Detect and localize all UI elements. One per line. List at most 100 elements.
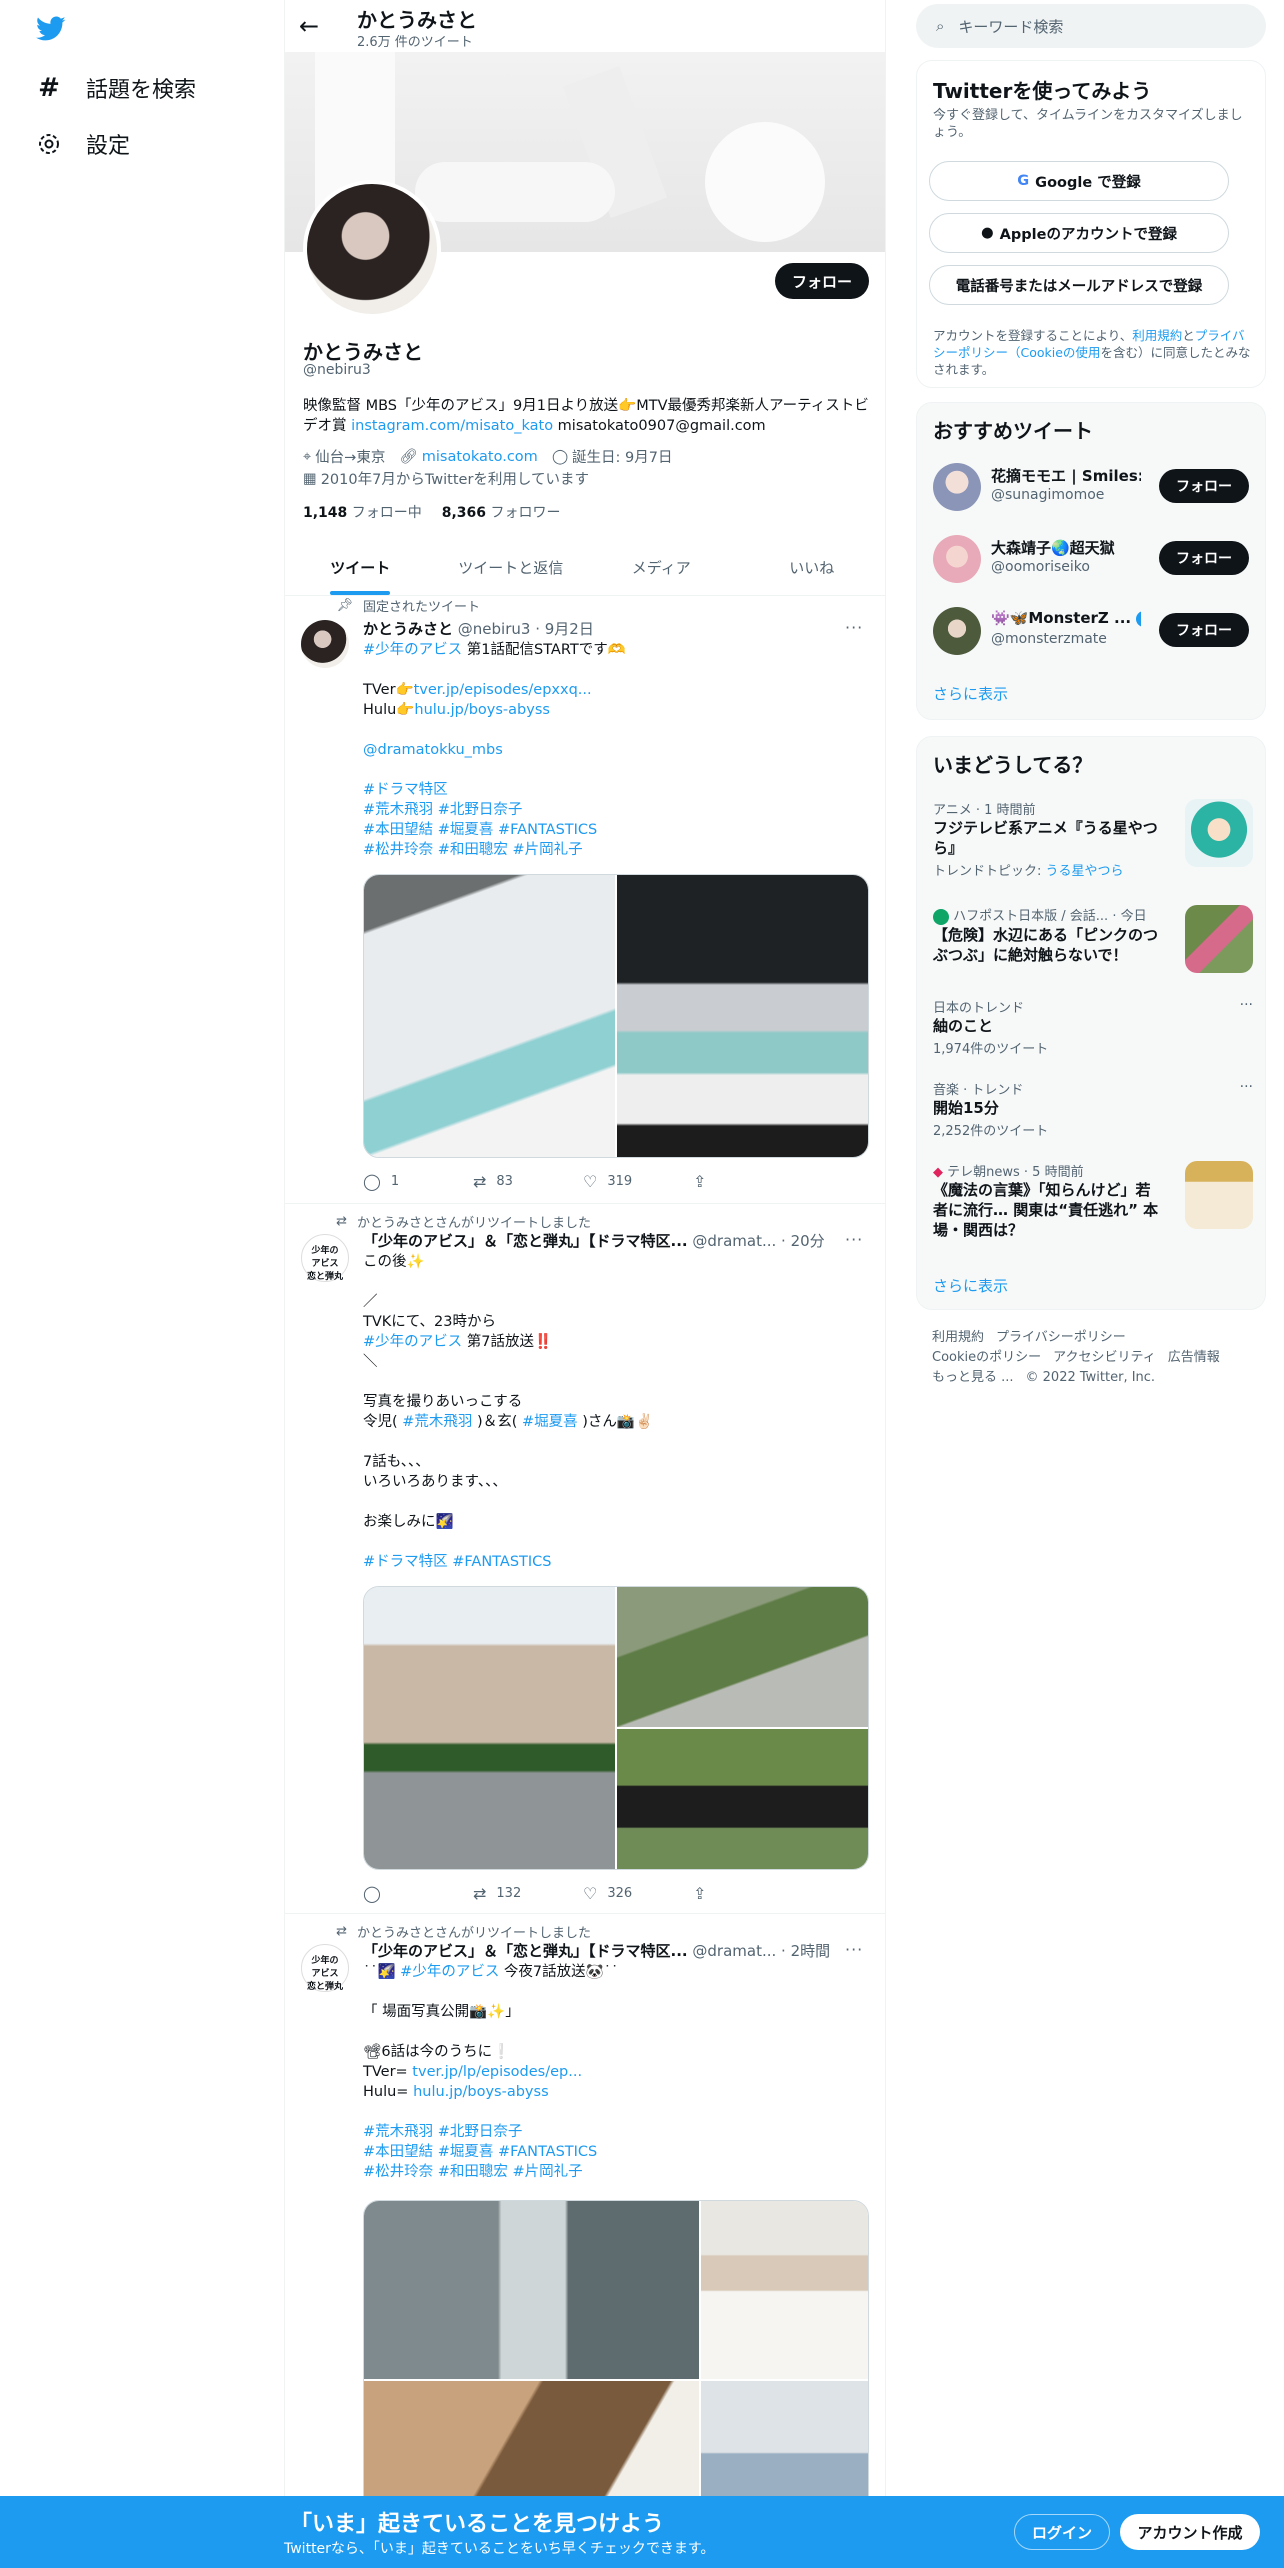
signup-button[interactable]: アカウント作成 [1120,2514,1260,2550]
media-photo[interactable] [364,2201,699,2379]
tweet-link[interactable]: #荒木飛羽 [402,1414,472,1430]
tweet[interactable]: ⇄ かとうみさとさんがリツイートしました 少年の アビス 恋と弾丸 「少年のアビス」＆… [285,1914,885,2568]
more-icon[interactable]: ··· [845,618,863,637]
tweet-link[interactable]: tver.jp/lp/episodes/ep... [412,2064,582,2080]
media-photo[interactable] [364,875,615,1157]
follow-button[interactable]: フォロー [775,263,869,299]
more-icon[interactable]: ··· [1240,997,1253,1013]
trend-item[interactable]: ◆ テレ朝news · 5 時間前 《魔法の言葉》「知らんけど」若者に流行… 関… [933,1161,1253,1251]
terms-link[interactable]: 利用規約 [1132,328,1182,343]
reply-button[interactable]: ◯ 1 [363,1172,473,1191]
tab-likes[interactable]: いいね [737,540,886,595]
tweet[interactable]: 📌︎ 固定されたツイート かとうみさと @nebiru3 · 9月2日 ··· #… [285,596,885,1204]
following-link[interactable]: 1,148 フォロー中 [303,502,422,522]
tweet-link[interactable]: #少年のアビス [363,1334,462,1350]
tweet-link[interactable]: hulu.jp/boys-abyss [414,702,550,718]
avatar[interactable]: 少年の アビス 恋と弾丸 [301,1234,349,1282]
footer-link[interactable]: 広告情報 [1168,1350,1220,1365]
footer-link[interactable]: 利用規約 [932,1330,984,1345]
like-button[interactable]: ♡ 319 [583,1172,693,1191]
footer-link[interactable]: プライバシーポリシー [996,1330,1126,1345]
back-arrow-icon[interactable]: ← [299,12,327,40]
retweet-button[interactable]: ⇄ 83 [473,1172,583,1191]
tab-tweets-replies[interactable]: ツイートと返信 [436,540,587,595]
profile-website[interactable]: misatokato.com [422,449,538,465]
retweet-button[interactable]: ⇄ 132 [473,1884,583,1903]
tweet-link[interactable]: #荒木飛羽 #北野日奈子 [363,2124,522,2140]
nav-explore[interactable]: # 話題を検索 [36,68,196,108]
tweet-author-name[interactable]: 「少年のアビス」＆「恋と弾丸」【ドラマ特区... [363,1942,688,1960]
media-photo[interactable] [617,875,868,1157]
tweet[interactable]: ⇄ かとうみさとさんがリツイートしました 少年の アビス 恋と弾丸 「少年のアビス」＆… [285,1204,885,1914]
tweet-text-line: TVKにて、23時から [363,1312,873,1332]
trend-item[interactable]: 日本のトレンド 紬のこと 1,974件のツイート ··· [933,997,1253,1057]
tweet-link[interactable]: tver.jp/episodes/epxxq... [414,682,592,698]
trend-item[interactable]: アニメ · 1 時間前 フジテレビ系アニメ『うる星やつら』 トレンドトピック: … [933,799,1253,879]
apple-icon: ● [981,225,994,241]
follow-button[interactable]: フォロー [1159,541,1249,575]
profile-avatar[interactable] [303,180,441,318]
more-icon[interactable]: ··· [1240,1079,1253,1095]
avatar[interactable] [301,620,349,668]
apple-signup-button[interactable]: ● Appleのアカウントで登録 [929,213,1229,253]
search-box[interactable]: ⌕ キーワード検索 [916,4,1266,48]
share-button[interactable]: ⇪ [693,1884,803,1903]
tweet-author-name[interactable]: かとうみさと [363,620,453,638]
avatar[interactable] [933,463,981,511]
follow-button[interactable]: フォロー [1159,613,1249,647]
search-icon: ⌕ [936,17,945,35]
followers-link[interactable]: 8,366 フォロワー [442,502,561,522]
more-icon[interactable]: ··· [845,1230,863,1249]
tweet-media[interactable] [363,874,869,1158]
tweet-link[interactable]: #ドラマ特区 #FANTASTICS [363,1554,552,1570]
tweet-media[interactable] [363,1586,869,1870]
media-photo[interactable] [617,1587,868,1727]
more-icon[interactable]: ··· [845,1940,863,1959]
reply-button[interactable]: ◯ [363,1884,473,1903]
footer-link[interactable]: もっと見る ... [932,1370,1014,1385]
tweet-link[interactable]: #本田望結 #堀夏喜 #FANTASTICS [363,822,597,838]
twitter-logo-icon[interactable] [36,16,66,42]
search-input[interactable]: キーワード検索 [958,16,1063,37]
tweet-link[interactable]: #堀夏喜 [522,1414,578,1430]
recommended-user[interactable]: 👾🦋MonsterZ ... ✓ @monsterzmate フォロー [933,603,1253,659]
tweet-link[interactable]: hulu.jp/boys-abyss [413,2084,549,2100]
show-more-link[interactable]: さらに表示 [933,683,1008,704]
like-button[interactable]: ♡ 326 [583,1884,693,1903]
show-more-link[interactable]: さらに表示 [933,1275,1008,1296]
profile-name: かとうみさと [303,340,423,364]
phone-signup-button[interactable]: 電話番号またはメールアドレスで登録 [929,265,1229,305]
media-photo[interactable] [700,2201,868,2379]
trend-topic-link[interactable]: うる星やつら [1046,864,1124,879]
tweet-text-line: #ドラマ特区 #FANTASTICS [363,1552,873,1572]
tab-media[interactable]: メディア [586,540,737,595]
share-button[interactable]: ⇪ [693,1172,803,1191]
tweet-link[interactable]: #少年のアビス [363,642,462,658]
tweet-link[interactable]: @dramatokku_mbs [363,742,503,758]
trend-item[interactable]: 音楽 · トレンド 開始15分 2,252件のツイート ··· [933,1079,1253,1139]
tweet-link[interactable]: #少年のアビス [400,1964,499,1980]
footer-link[interactable]: Cookieのポリシー [932,1350,1041,1365]
google-signup-button[interactable]: G Google で登録 [929,161,1229,201]
tab-tweets[interactable]: ツイート [285,540,436,595]
tweet-link[interactable]: #松井玲奈 #和田聰宏 #片岡礼子 [363,2164,583,2180]
avatar[interactable] [933,607,981,655]
tweet-link[interactable]: #本田望結 #堀夏喜 #FANTASTICS [363,2144,597,2160]
recommended-user[interactable]: 花摘モモエ | Smiles: @sunagimomoe フォロー [933,459,1253,515]
trend-item[interactable]: ハフポスト日本版 / 会話... · 今日 【危険】水辺にある「ピンクのつぶつぶ… [933,905,1253,985]
media-photo[interactable] [364,1587,615,1869]
media-photo[interactable] [617,1729,868,1869]
footer-link[interactable]: アクセシビリティ [1053,1350,1156,1365]
recommended-user[interactable]: 大森靖子🌏超天獄 @oomoriseiko フォロー [933,531,1253,587]
follow-button[interactable]: フォロー [1159,469,1249,503]
tweet-author-name[interactable]: 「少年のアビス」＆「恋と弾丸」【ドラマ特区... [363,1232,688,1250]
bio-instagram-link[interactable]: instagram.com/misato_kato [351,418,553,434]
nav-settings[interactable]: 設定 [36,124,130,164]
avatar[interactable] [933,535,981,583]
tweet-link[interactable]: #松井玲奈 #和田聰宏 #片岡礼子 [363,842,583,858]
bottom-bar-subtitle: Twitterなら、「いま」起きていることをいち早くチェックできます。 [284,2541,715,2557]
tweet-link[interactable]: #荒木飛羽 #北野日奈子 [363,802,522,818]
tweet-link[interactable]: #ドラマ特区 [363,782,448,798]
login-button[interactable]: ログイン [1014,2514,1110,2550]
avatar[interactable]: 少年の アビス 恋と弾丸 [301,1944,349,1992]
